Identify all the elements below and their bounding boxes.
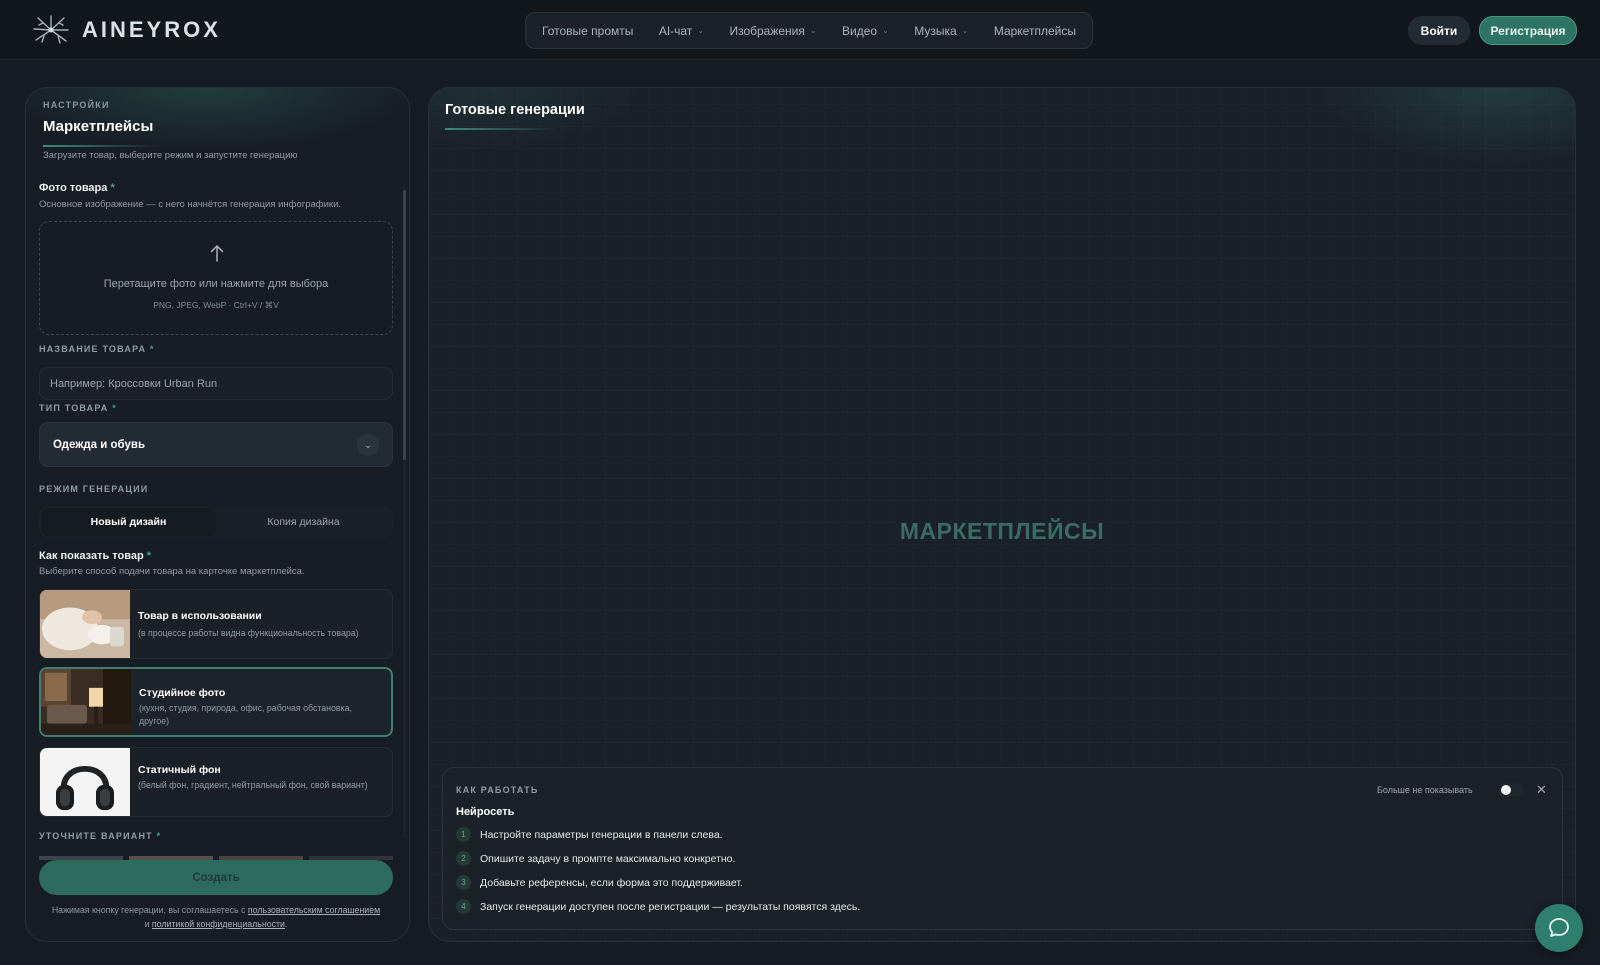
- product-name-label: НАЗВАНИЕ ТОВАРА *: [39, 344, 155, 354]
- settings-panel: НАСТРОЙКИ Маркетплейсы Загрузите товар, …: [25, 87, 410, 942]
- close-icon[interactable]: ✕: [1536, 782, 1547, 798]
- top-bar: AINEYROX Готовые промты AI-чат ⌄ Изображе…: [0, 0, 1600, 60]
- login-button[interactable]: Войти: [1408, 16, 1470, 45]
- option-card-in-use[interactable]: Товар в использовании (в процессе работы…: [39, 589, 393, 659]
- howto-step: 4 Запуск генерации доступен после регист…: [456, 899, 860, 914]
- nav-music[interactable]: Музыка ⌄: [914, 24, 968, 38]
- logo[interactable]: AINEYROX: [32, 14, 221, 46]
- results-title: Готовые генерации: [445, 102, 585, 118]
- howto-title: Нейросеть: [456, 806, 515, 818]
- nav-ready-prompts[interactable]: Готовые промты: [542, 24, 633, 38]
- nav-ai-chat[interactable]: AI-чат ⌄: [659, 24, 704, 38]
- upload-arrow-icon: [210, 245, 224, 262]
- scrollbar-thumb[interactable]: [403, 190, 406, 460]
- howto-step: 3 Добавьте референсы, если форма это под…: [456, 875, 743, 890]
- empty-state-watermark: МАРКЕТПЛЕЙСЫ: [899, 518, 1105, 544]
- dropzone-formats: PNG, JPEG, WebP · Ctrl+V / ⌘V: [153, 300, 279, 310]
- title-underline: [43, 145, 161, 147]
- studio-photo: [41, 669, 131, 735]
- step-text: Настройте параметры генерации в панели с…: [480, 828, 723, 841]
- product-type-select[interactable]: Одежда и обувь ⌄: [39, 422, 393, 467]
- product-name-input[interactable]: [39, 367, 393, 400]
- presentation-label: Как показать товар *: [39, 550, 152, 562]
- howto-kicker: КАК РАБОТАТЬ: [456, 785, 539, 795]
- chevron-down-icon: ⌄: [357, 434, 379, 456]
- results-panel: Готовые генерации МАРКЕТПЛЕЙСЫ КАК РАБОТ…: [428, 87, 1576, 942]
- howto-step: 1 Настройте параметры генерации в панели…: [456, 827, 723, 842]
- option-card-studio[interactable]: Студийное фото (кухня, студия, природа, …: [39, 667, 393, 737]
- presentation-hint: Выберите способ подачи товара на карточк…: [39, 566, 305, 577]
- chevron-down-icon: ⌄: [882, 26, 889, 35]
- legal-notice: Нажимая кнопку генерации, вы соглашаетес…: [51, 905, 381, 929]
- terms-link[interactable]: пользовательским соглашением: [248, 905, 380, 915]
- mode-new-design[interactable]: Новый дизайн: [41, 508, 216, 536]
- variant-options-preview: [39, 847, 393, 860]
- option-desc: (в процессе работы видна функциональност…: [138, 628, 359, 638]
- chevron-down-icon: ⌄: [809, 26, 817, 35]
- logo-icon: [33, 15, 69, 44]
- step-number: 1: [456, 827, 471, 842]
- main-nav: Готовые промты AI-чат ⌄ Изображения ⌄ Виде…: [525, 12, 1093, 49]
- logo-text: AINEYROX: [82, 17, 221, 42]
- settings-title: Маркетплейсы: [43, 118, 154, 135]
- option-desc: (белый фон, градиент, нейтральный фон, с…: [138, 780, 368, 790]
- required-mark: *: [112, 403, 117, 413]
- product-type-value: Одежда и обувь: [53, 438, 146, 451]
- step-number: 3: [456, 875, 471, 890]
- product-type-label: ТИП ТОВАРА *: [39, 403, 117, 413]
- required-mark: *: [156, 831, 162, 841]
- register-button[interactable]: Регистрация: [1479, 16, 1577, 45]
- chevron-down-icon: ⌄: [697, 26, 705, 35]
- title-underline: [445, 128, 557, 130]
- option-title: Товар в использовании: [138, 610, 262, 622]
- headphones-photo: [40, 748, 130, 816]
- step-text: Опишите задачу в промпте максимально кон…: [480, 852, 736, 865]
- photo-label: Фото товара *: [39, 182, 115, 194]
- photo-dropzone[interactable]: Перетащите фото или нажмите для выбора P…: [39, 221, 393, 335]
- dont-show-toggle[interactable]: [1499, 783, 1523, 797]
- generation-mode-label: РЕЖИМ ГЕНЕРАЦИИ: [39, 484, 149, 494]
- required-mark: *: [110, 182, 115, 194]
- option-desc: (кухня, студия, природа, офис, рабочая о…: [139, 703, 352, 726]
- nav-marketplaces[interactable]: Маркетплейсы: [994, 24, 1076, 38]
- chat-bubble-icon: [1549, 918, 1569, 937]
- mode-copy-design[interactable]: Копия дизайна: [216, 508, 391, 536]
- nav-images[interactable]: Изображения ⌄: [729, 24, 816, 38]
- nav-video[interactable]: Видео ⌄: [842, 24, 889, 38]
- option-title: Студийное фото: [139, 687, 226, 699]
- step-text: Запуск генерации доступен после регистра…: [480, 900, 861, 913]
- step-number: 4: [456, 899, 471, 914]
- generation-mode-toggle: Новый дизайн Копия дизайна: [39, 506, 393, 538]
- toggle-knob: [1501, 785, 1511, 795]
- option-title: Статичный фон: [138, 764, 221, 776]
- dropzone-text: Перетащите фото или нажмите для выбора: [103, 278, 329, 290]
- variant-label: УТОЧНИТЕ ВАРИАНТ *: [39, 831, 162, 841]
- chevron-down-icon: ⌄: [961, 26, 969, 35]
- settings-subtitle: Загрузите товар, выберите режим и запуст…: [43, 150, 298, 161]
- required-mark: *: [146, 550, 152, 562]
- in-use-photo: [40, 590, 130, 658]
- option-card-static-bg[interactable]: Статичный фон (белый фон, градиент, нейт…: [39, 747, 393, 817]
- howto-step: 2 Опишите задачу в промпте максимально к…: [456, 851, 735, 866]
- dont-show-label: Больше не показывать: [1377, 785, 1473, 795]
- chat-button[interactable]: [1535, 904, 1583, 952]
- step-number: 2: [456, 851, 471, 866]
- create-button[interactable]: Создать: [39, 860, 393, 895]
- step-text: Добавьте референсы, если форма это подде…: [480, 876, 743, 889]
- settings-kicker: НАСТРОЙКИ: [43, 100, 110, 110]
- photo-hint: Основное изображение — с него начнётся г…: [39, 199, 342, 210]
- privacy-link[interactable]: политикой конфиденциальности: [152, 919, 285, 929]
- how-it-works-box: КАК РАБОТАТЬ Нейросеть 1 Настройте парам…: [442, 767, 1563, 930]
- required-mark: *: [149, 344, 155, 354]
